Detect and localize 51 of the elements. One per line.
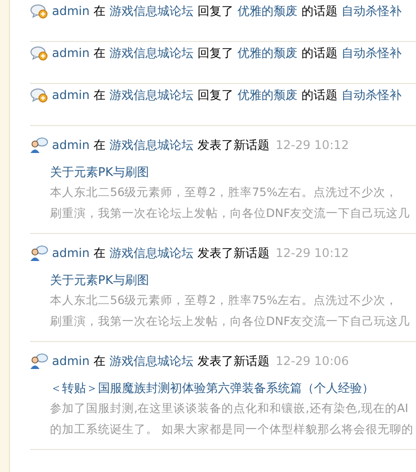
user-bubble-icon [30, 353, 48, 369]
user-link[interactable]: admin [52, 46, 90, 60]
preposition-text: 在 [94, 136, 106, 154]
topic-link[interactable]: 自动杀怪补 [342, 86, 402, 104]
user-bubble-icon [30, 137, 48, 153]
user-link[interactable]: admin [52, 138, 90, 152]
user-link[interactable]: 优雅的颓废 [238, 2, 298, 20]
user-link[interactable]: 优雅的颓废 [238, 86, 298, 104]
forum-link[interactable]: 游戏信息城论坛 [110, 86, 194, 104]
reply-bubble-icon [30, 45, 48, 61]
user-link[interactable]: 优雅的颓废 [238, 44, 298, 62]
user-bubble-icon [30, 245, 48, 261]
action-text: 回复了 [198, 2, 234, 20]
reply-bubble-icon [30, 87, 48, 103]
action-text: 回复了 [198, 44, 234, 62]
reply-bubble-icon [30, 3, 48, 19]
timestamp: 12-29 10:06 [276, 354, 349, 368]
action-text: 发表了新话题 [198, 352, 270, 370]
topic-label-text: 的话题 [302, 44, 338, 62]
topic-link[interactable]: 自动杀怪补 [342, 44, 402, 62]
topic-label-text: 的话题 [302, 86, 338, 104]
topic-title-link[interactable]: 关于元素PK与刷图 [50, 162, 416, 182]
timestamp: 12-29 10:12 [276, 246, 349, 260]
forum-link[interactable]: 游戏信息城论坛 [110, 2, 194, 20]
user-link[interactable]: admin [52, 354, 90, 368]
preposition-text: 在 [94, 244, 106, 262]
user-link[interactable]: admin [52, 246, 90, 260]
forum-link[interactable]: 游戏信息城论坛 [110, 352, 194, 370]
excerpt-text: 本人东北二56级元素师，至尊2，胜率75%左右。点洗过不少次， [50, 292, 399, 309]
excerpt-text: 的加工系统诞生了。 如果大家都是同一个体型样貌那么将会很无聊的 [50, 421, 415, 438]
forum-link[interactable]: 游戏信息城论坛 [110, 44, 194, 62]
preposition-text: 在 [94, 352, 106, 370]
user-link[interactable]: admin [52, 88, 90, 102]
excerpt-text: 刷重演，我第一次在论坛上发帖，向各位DNF友交流一下自己玩这几 [50, 313, 412, 330]
excerpt-text: 本人东北二56级元素师，至尊2，胜率75%左右。点洗过不少次， [50, 184, 399, 201]
preposition-text: 在 [94, 86, 106, 104]
forum-link[interactable]: 游戏信息城论坛 [110, 244, 194, 262]
topic-title-link[interactable]: 关于元素PK与刷图 [50, 270, 416, 290]
action-text: 发表了新话题 [198, 136, 270, 154]
preposition-text: 在 [94, 44, 106, 62]
topic-label-text: 的话题 [302, 2, 338, 20]
user-link[interactable]: admin [52, 4, 90, 18]
excerpt-text: 参加了国服封测,在这里谈谈装备的点化和和镶嵌,还有染色,现在的AI [50, 400, 410, 417]
excerpt-text: 刷重演，我第一次在论坛上发帖，向各位DNF友交流一下自己玩这几 [50, 205, 412, 222]
forum-link[interactable]: 游戏信息城论坛 [110, 136, 194, 154]
topic-link[interactable]: 自动杀怪补 [342, 2, 402, 20]
preposition-text: 在 [94, 2, 106, 20]
action-text: 回复了 [198, 86, 234, 104]
action-text: 发表了新话题 [198, 244, 270, 262]
topic-title-link[interactable]: ＜转贴＞国服魔族封测初体验第六弹装备系统篇（个人经验） [50, 378, 416, 398]
timestamp: 12-29 10:12 [276, 138, 349, 152]
